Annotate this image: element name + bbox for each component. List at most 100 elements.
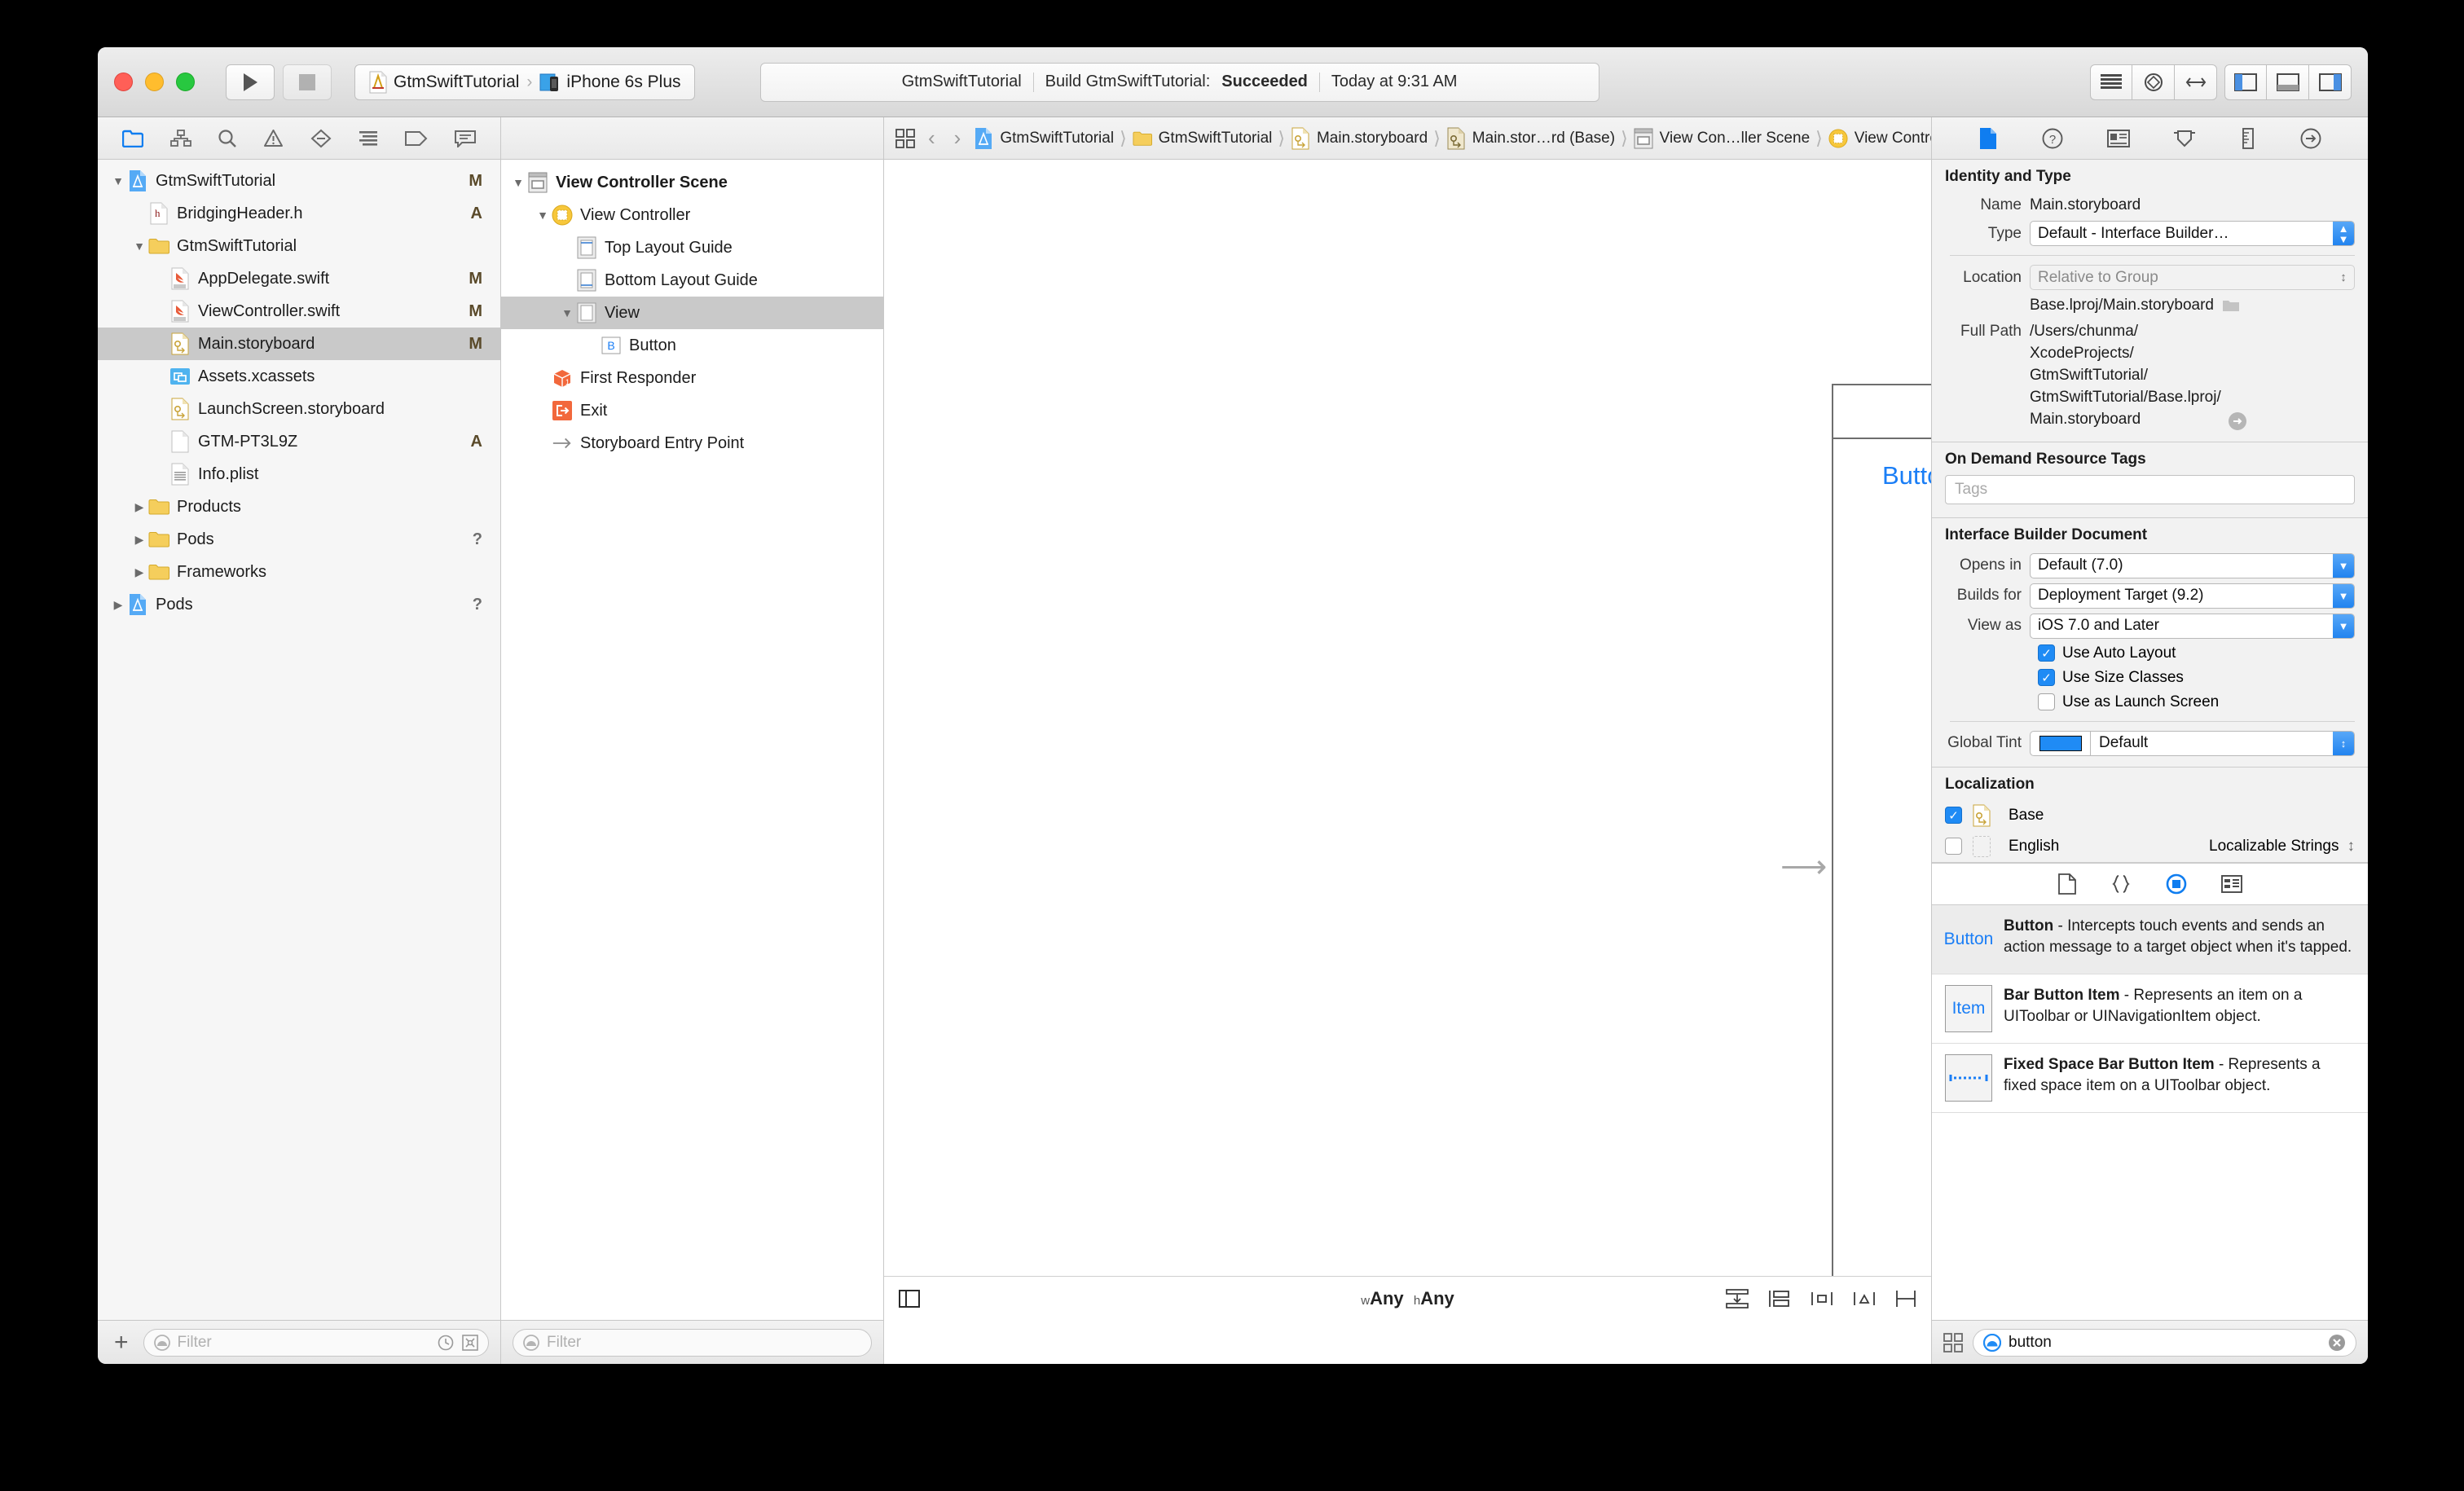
interface-builder-canvas[interactable]: 1 Button ⟶ — [884, 160, 1931, 1276]
global-tint-swatch-well[interactable] — [2031, 731, 2091, 755]
choose-folder-icon[interactable] — [2222, 298, 2240, 313]
localization-row[interactable]: ✓ Base — [1932, 800, 2368, 831]
toggle-debug-area-button[interactable] — [2267, 64, 2309, 100]
debug-navigator-tab[interactable] — [358, 130, 379, 147]
resolve-auto-layout-icon[interactable] — [1895, 1289, 1916, 1308]
navigator-row[interactable]: ▼ GtmSwiftTutorial — [98, 230, 500, 262]
size-inspector-tab[interactable] — [2240, 127, 2256, 149]
breadcrumb-item[interactable]: View Controller — [1828, 128, 1931, 149]
disclosure-closed-icon[interactable]: ▶ — [130, 500, 148, 514]
find-navigator-tab[interactable] — [218, 129, 237, 148]
outline-filter-field[interactable]: Filter — [513, 1328, 872, 1357]
ib-checkbox-row[interactable]: ✓ Use Size Classes — [1932, 666, 2368, 690]
disclosure-closed-icon[interactable]: ▶ — [130, 533, 148, 547]
disclosure-open-icon[interactable]: ▼ — [509, 176, 527, 189]
navigator-row[interactable]: Main.storyboard M — [98, 328, 500, 360]
issue-navigator-tab[interactable] — [263, 129, 284, 147]
disclosure-closed-icon[interactable]: ▶ — [109, 598, 127, 612]
checkbox-checked-icon[interactable]: ✓ — [2038, 644, 2055, 662]
breadcrumb-item[interactable]: View Con…ller Scene — [1634, 128, 1810, 149]
pin-icon[interactable] — [1853, 1289, 1876, 1308]
document-outline-toggle-button[interactable] — [899, 1289, 920, 1308]
outline-row[interactable]: Storyboard Entry Point — [501, 427, 883, 460]
document-outline-tree[interactable]: ▼ View Controller Scene ▼ View Controller To… — [501, 160, 883, 1320]
update-frames-icon[interactable] — [1726, 1288, 1749, 1308]
zoom-window-button[interactable] — [176, 73, 195, 91]
reveal-in-finder-icon[interactable] — [2228, 411, 2247, 431]
align-icon[interactable] — [1811, 1289, 1833, 1308]
close-window-button[interactable] — [114, 73, 133, 91]
file-template-library-tab[interactable] — [2057, 873, 2076, 895]
library-search-field[interactable]: button — [1973, 1328, 2356, 1357]
file-inspector-tab[interactable] — [1978, 127, 1998, 150]
checkbox-checked-icon[interactable]: ✓ — [1945, 807, 1962, 825]
navigator-row[interactable]: Assets.xcassets — [98, 360, 500, 393]
view-as-popup[interactable]: iOS 7.0 and Later ▼ — [2030, 613, 2355, 639]
disclosure-open-icon[interactable]: ▼ — [534, 209, 552, 222]
clear-search-icon[interactable] — [2328, 1334, 2346, 1352]
navigator-row[interactable]: ▶ Pods? — [98, 523, 500, 556]
version-editor-button[interactable] — [2175, 64, 2217, 100]
symbol-navigator-tab[interactable] — [169, 129, 191, 147]
outline-row[interactable]: Top Layout Guide — [501, 231, 883, 264]
navigator-filter-field[interactable]: Filter — [143, 1328, 489, 1357]
checkbox-unchecked-icon[interactable] — [2038, 693, 2055, 711]
file-type-popup[interactable]: Default - Interface Builder… ▲ ▼ — [2030, 221, 2355, 246]
breakpoint-navigator-tab[interactable] — [405, 130, 428, 147]
disclosure-closed-icon[interactable]: ▶ — [130, 565, 148, 579]
opens-in-popup[interactable]: Default (7.0) ▼ — [2030, 552, 2355, 578]
assistant-editor-button[interactable] — [2132, 64, 2175, 100]
navigator-row[interactable]: ▶ Frameworks — [98, 556, 500, 588]
object-library-tab[interactable] — [2166, 873, 2187, 895]
related-items-icon[interactable] — [895, 128, 915, 148]
outline-row[interactable]: B Button — [501, 329, 883, 362]
quick-help-inspector-tab[interactable]: ? — [2042, 128, 2063, 149]
toggle-navigator-button[interactable] — [2224, 64, 2267, 100]
breadcrumb-item[interactable]: Main.storyboard — [1291, 127, 1428, 150]
recent-files-filter-icon[interactable] — [438, 1335, 454, 1351]
attributes-inspector-tab[interactable] — [2173, 129, 2196, 148]
navigator-row[interactable]: Info.plist — [98, 458, 500, 490]
navigator-row[interactable]: ▼ GtmSwiftTutorial M — [98, 165, 500, 197]
checkbox-unchecked-icon[interactable] — [1945, 838, 1962, 855]
status-bar[interactable]: GtmSwiftTutorial Build GtmSwiftTutorial:… — [759, 62, 1599, 102]
minimize-window-button[interactable] — [145, 73, 164, 91]
builds-for-popup[interactable]: Deployment Target (9.2) ▼ — [2030, 583, 2355, 609]
add-file-button[interactable]: + — [109, 1330, 134, 1355]
connections-inspector-tab[interactable] — [2300, 128, 2321, 149]
outline-row[interactable]: ▼ View Controller — [501, 199, 883, 231]
outline-row[interactable]: 1 First Responder — [501, 362, 883, 394]
breadcrumb-item[interactable]: GtmSwiftTutorial — [974, 127, 1114, 150]
outline-row[interactable]: Bottom Layout Guide — [501, 264, 883, 297]
breadcrumb-item[interactable]: GtmSwiftTutorial — [1133, 130, 1272, 147]
breadcrumb-item[interactable]: Main.stor…rd (Base) — [1446, 127, 1615, 150]
ib-checkbox-row[interactable]: Use as Launch Screen — [1932, 690, 2368, 715]
library-grid-icon[interactable] — [1943, 1332, 1963, 1352]
ib-checkbox-row[interactable]: ✓ Use Auto Layout — [1932, 641, 2368, 666]
navigator-row[interactable]: LaunchScreen.storyboard — [98, 393, 500, 425]
source-control-filter-icon[interactable] — [462, 1334, 478, 1351]
object-library-list[interactable]: Button Button - Intercepts touch events a… — [1932, 904, 2368, 1320]
identity-inspector-tab[interactable] — [2106, 129, 2130, 147]
navigator-row[interactable]: ▶ Products — [98, 490, 500, 523]
scheme-selector[interactable]: GtmSwiftTutorial › iPhone 6s Plus — [354, 64, 695, 100]
library-item[interactable]: Button Button - Intercepts touch events a… — [1932, 904, 2368, 974]
disclosure-open-icon[interactable]: ▼ — [130, 240, 148, 253]
embed-in-stack-icon[interactable] — [1768, 1289, 1791, 1308]
project-navigator-tab[interactable] — [122, 130, 144, 147]
test-navigator-tab[interactable] — [310, 129, 332, 148]
media-library-tab[interactable] — [2220, 874, 2242, 893]
global-tint-popup[interactable]: Default ↕ — [2030, 730, 2355, 756]
navigator-row[interactable]: ViewController.swift M — [98, 295, 500, 328]
code-snippet-library-tab[interactable] — [2110, 873, 2132, 895]
toggle-utilities-button[interactable] — [2309, 64, 2352, 100]
localization-type-popup[interactable]: Localizable Strings ↕ — [2209, 838, 2355, 855]
navigator-row[interactable]: AppDelegate.swift M — [98, 262, 500, 295]
run-button[interactable] — [226, 64, 275, 100]
library-item[interactable]: Item Bar Button Item - Represents an item… — [1932, 974, 2368, 1044]
file-location-popup[interactable]: Relative to Group ↕ — [2030, 265, 2355, 290]
tags-input[interactable]: Tags — [1945, 474, 2355, 504]
outline-row[interactable]: Exit — [501, 394, 883, 427]
view-controller-scene-frame[interactable] — [1832, 384, 1931, 1276]
stop-button[interactable] — [283, 64, 332, 100]
